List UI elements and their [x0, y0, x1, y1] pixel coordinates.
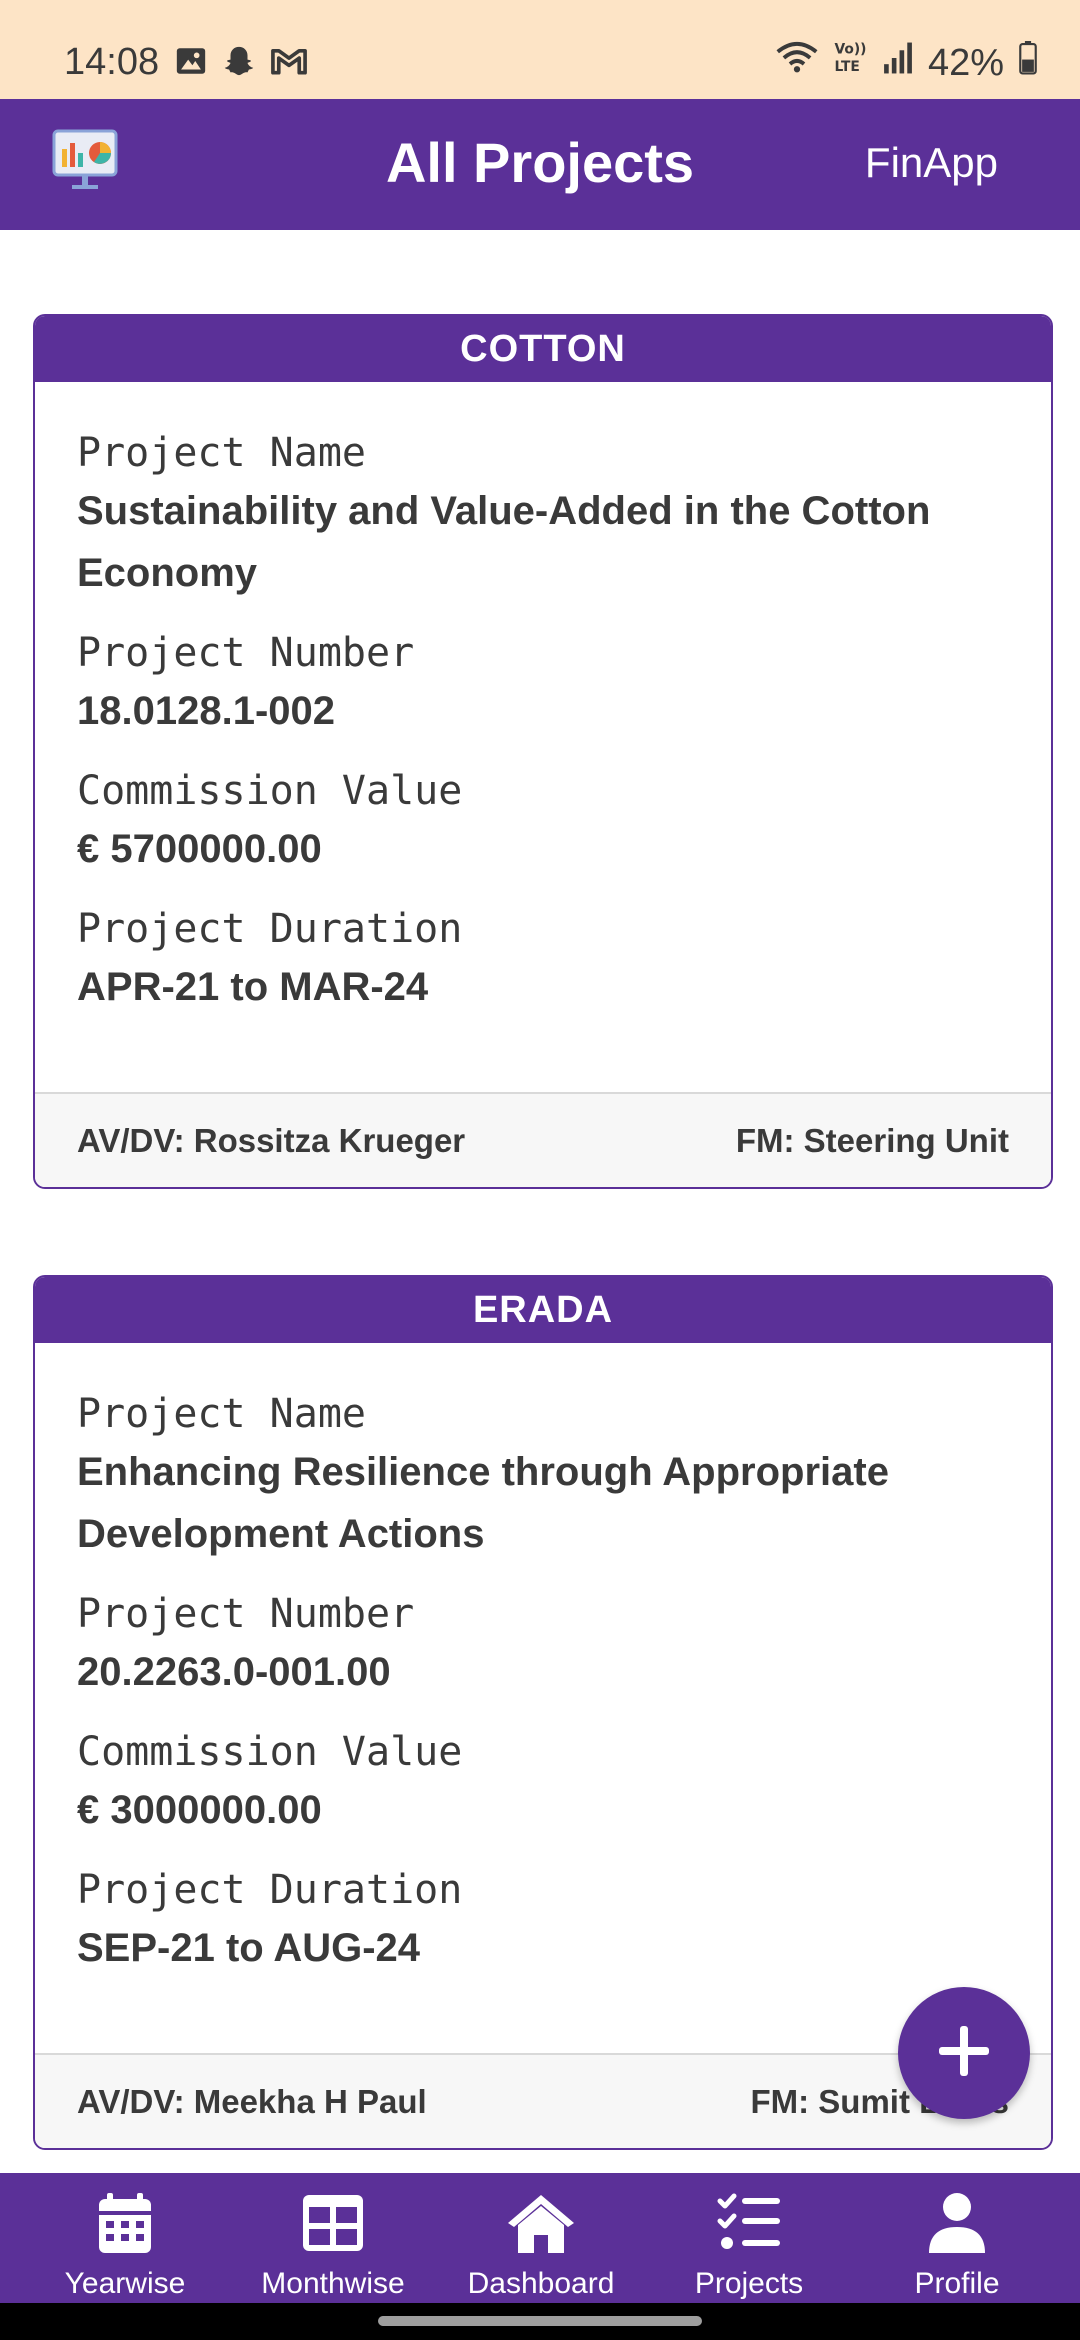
gmail-icon — [270, 46, 308, 81]
app-bar: All Projects FinApp — [0, 99, 1080, 230]
status-bar: 14:08 Vo)) LTE 42% — [0, 0, 1080, 99]
app-brand: FinApp — [864, 139, 998, 186]
project-code: COTTON — [35, 316, 1051, 382]
project-name-value: Sustainability and Value-Added in the Co… — [77, 489, 931, 595]
calendar-icon — [95, 2193, 155, 2259]
project-duration-value: SEP-21 to AUG-24 — [77, 1926, 421, 1970]
wifi-icon — [776, 39, 818, 87]
project-number-value: 18.0128.1-002 — [77, 689, 336, 733]
plus-icon — [935, 2022, 993, 2085]
commission-value-field: Commission Value € 3000000.00 — [77, 1725, 1009, 1841]
home-icon — [504, 2195, 578, 2259]
nav-monthwise[interactable]: Monthwise — [233, 2191, 433, 2304]
project-duration-value: APR-21 to MAR-24 — [77, 965, 429, 1009]
project-name-field: Project Name Enhancing Resilience throug… — [77, 1387, 1009, 1565]
project-number-field: Project Number 20.2263.0-001.00 — [77, 1587, 1009, 1703]
snapchat-icon — [222, 44, 256, 83]
volte-icon: Vo)) LTE — [832, 38, 868, 88]
svg-text:Vo)): Vo)) — [834, 42, 866, 58]
project-code: ERADA — [35, 1277, 1051, 1343]
project-name-value: Enhancing Resilience through Appropriate… — [77, 1450, 889, 1556]
project-details: Project Name Enhancing Resilience throug… — [35, 1343, 1051, 2053]
nav-monthwise-label: Monthwise — [261, 2267, 405, 2300]
project-number-value: 20.2263.0-001.00 — [77, 1650, 391, 1694]
nav-projects[interactable]: Projects — [649, 2191, 849, 2304]
system-icons: Vo)) LTE 42% — [776, 38, 1038, 88]
nav-dashboard-label: Dashboard — [467, 2267, 615, 2300]
commission-value-value: € 3000000.00 — [77, 1788, 322, 1832]
home-gesture-handle[interactable] — [378, 2316, 702, 2326]
battery-percent: 42% — [927, 42, 1004, 84]
project-list[interactable]: COTTON Project Name Sustainability and V… — [0, 230, 1080, 2173]
checklist-icon — [716, 2193, 782, 2259]
status-time: 14:08 — [64, 41, 160, 83]
project-duration-label: Project Duration — [77, 1867, 463, 1913]
grid-icon — [301, 2195, 365, 2259]
card-footer: AV/DV: Rossitza Krueger FM: Steering Uni… — [35, 1092, 1051, 1187]
user-icon — [927, 2193, 987, 2259]
project-card[interactable]: ERADA Project Name Enhancing Resilience … — [33, 1275, 1053, 2150]
project-card[interactable]: COTTON Project Name Sustainability and V… — [33, 314, 1053, 1189]
project-duration-field: Project Duration SEP-21 to AUG-24 — [77, 1863, 1009, 1979]
project-number-field: Project Number 18.0128.1-002 — [77, 626, 1009, 742]
nav-dashboard[interactable]: Dashboard — [441, 2191, 641, 2304]
nav-profile-label: Profile — [914, 2267, 1000, 2300]
fm-text: FM: Steering Unit — [735, 1121, 1009, 1159]
avdv-text: AV/DV: Rossitza Krueger — [77, 1121, 466, 1159]
project-duration-label: Project Duration — [77, 906, 463, 952]
nav-profile[interactable]: Profile — [857, 2191, 1057, 2304]
commission-value-field: Commission Value € 5700000.00 — [77, 764, 1009, 880]
project-name-label: Project Name — [77, 1391, 366, 1437]
notification-icons — [174, 44, 308, 83]
avdv-text: AV/DV: Meekha H Paul — [77, 2082, 427, 2120]
add-project-button[interactable] — [898, 1987, 1030, 2119]
nav-yearwise[interactable]: Yearwise — [25, 2191, 225, 2304]
battery-icon — [1018, 39, 1038, 87]
signal-icon — [882, 39, 914, 87]
nav-yearwise-label: Yearwise — [64, 2267, 186, 2300]
nav-projects-label: Projects — [694, 2267, 804, 2300]
commission-value-label: Commission Value — [77, 768, 463, 814]
gallery-icon — [174, 44, 208, 83]
commission-value-value: € 5700000.00 — [77, 827, 322, 871]
project-number-label: Project Number — [77, 630, 415, 676]
project-name-field: Project Name Sustainability and Value-Ad… — [77, 426, 1009, 604]
project-duration-field: Project Duration APR-21 to MAR-24 — [77, 902, 1009, 1018]
commission-value-label: Commission Value — [77, 1729, 463, 1775]
project-details: Project Name Sustainability and Value-Ad… — [35, 382, 1051, 1092]
project-number-label: Project Number — [77, 1591, 415, 1637]
project-name-label: Project Name — [77, 430, 366, 476]
svg-text:LTE: LTE — [834, 59, 859, 75]
